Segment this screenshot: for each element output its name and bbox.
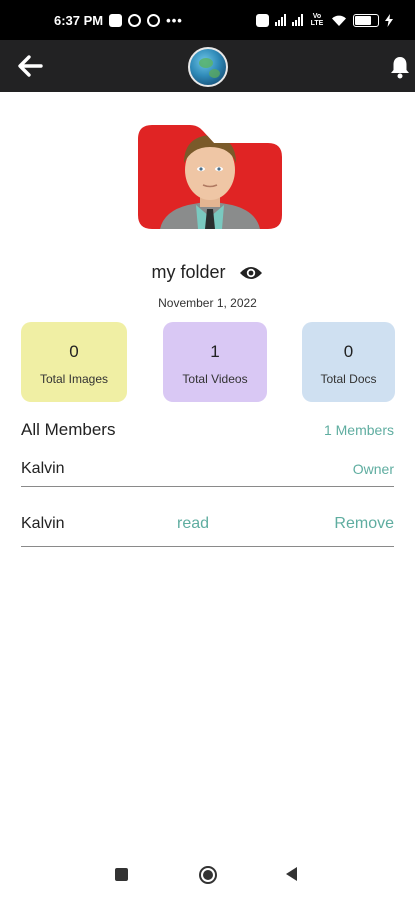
total-images-card[interactable]: 0 Total Images xyxy=(21,322,127,402)
home-button[interactable] xyxy=(199,866,217,884)
folder-name: my folder xyxy=(151,262,226,282)
app-notification-icon-2 xyxy=(147,13,161,27)
status-right: Vo LTE xyxy=(256,13,393,27)
globe-logo xyxy=(188,47,228,87)
total-docs-label: Total Docs xyxy=(320,372,377,386)
folder-cover-image[interactable] xyxy=(138,125,282,229)
app-notification-icon xyxy=(128,13,142,27)
charging-icon xyxy=(385,13,393,27)
total-images-label: Total Images xyxy=(39,372,109,386)
owner-role: Owner xyxy=(352,461,394,477)
total-videos-label: Total Videos xyxy=(182,372,248,386)
total-docs-card[interactable]: 0 Total Docs xyxy=(302,322,395,402)
eye-icon xyxy=(239,266,262,279)
view-folder-button[interactable] xyxy=(238,263,264,283)
members-title: All Members xyxy=(21,420,116,439)
battery-icon xyxy=(353,13,379,27)
status-time: 6:37 PM xyxy=(54,12,104,28)
wifi-icon xyxy=(332,15,346,26)
folder-date: November 1, 2022 xyxy=(158,296,257,310)
back-button[interactable] xyxy=(14,50,46,82)
more-notifications-icon: ••• xyxy=(166,12,183,28)
system-back-button[interactable] xyxy=(286,867,297,881)
signal-icon xyxy=(275,14,286,26)
sim-icon xyxy=(256,13,269,27)
folder-name-row: my folder xyxy=(0,262,415,283)
notification-icon xyxy=(109,13,123,27)
signal-2-icon xyxy=(292,14,303,26)
owner-name: Kalvin xyxy=(21,460,65,477)
member-permission[interactable]: read xyxy=(177,515,209,533)
members-count-link[interactable]: 1 Members xyxy=(324,422,394,438)
remove-member-button[interactable]: Remove xyxy=(334,515,394,533)
bell-icon xyxy=(391,57,409,79)
members-header: All Members 1 Members xyxy=(21,418,394,442)
notifications-button[interactable] xyxy=(385,52,415,82)
total-videos-card[interactable]: 1 Total Videos xyxy=(163,322,267,402)
member-name: Kalvin xyxy=(21,515,65,532)
app-bar xyxy=(0,40,415,92)
total-images-count: 0 xyxy=(69,342,79,361)
status-left: 6:37 PM ••• xyxy=(54,13,183,28)
arrow-left-icon xyxy=(18,55,43,77)
total-videos-count: 1 xyxy=(210,342,220,361)
volte-icon: Vo LTE xyxy=(310,13,324,27)
system-nav-bar xyxy=(0,852,415,900)
total-docs-count: 0 xyxy=(343,342,354,361)
member-row: Kalvin read Remove xyxy=(21,502,394,547)
status-bar: 6:37 PM ••• Vo LTE xyxy=(0,0,415,40)
recent-apps-button[interactable] xyxy=(115,868,128,881)
owner-row: Kalvin Owner xyxy=(21,452,394,487)
